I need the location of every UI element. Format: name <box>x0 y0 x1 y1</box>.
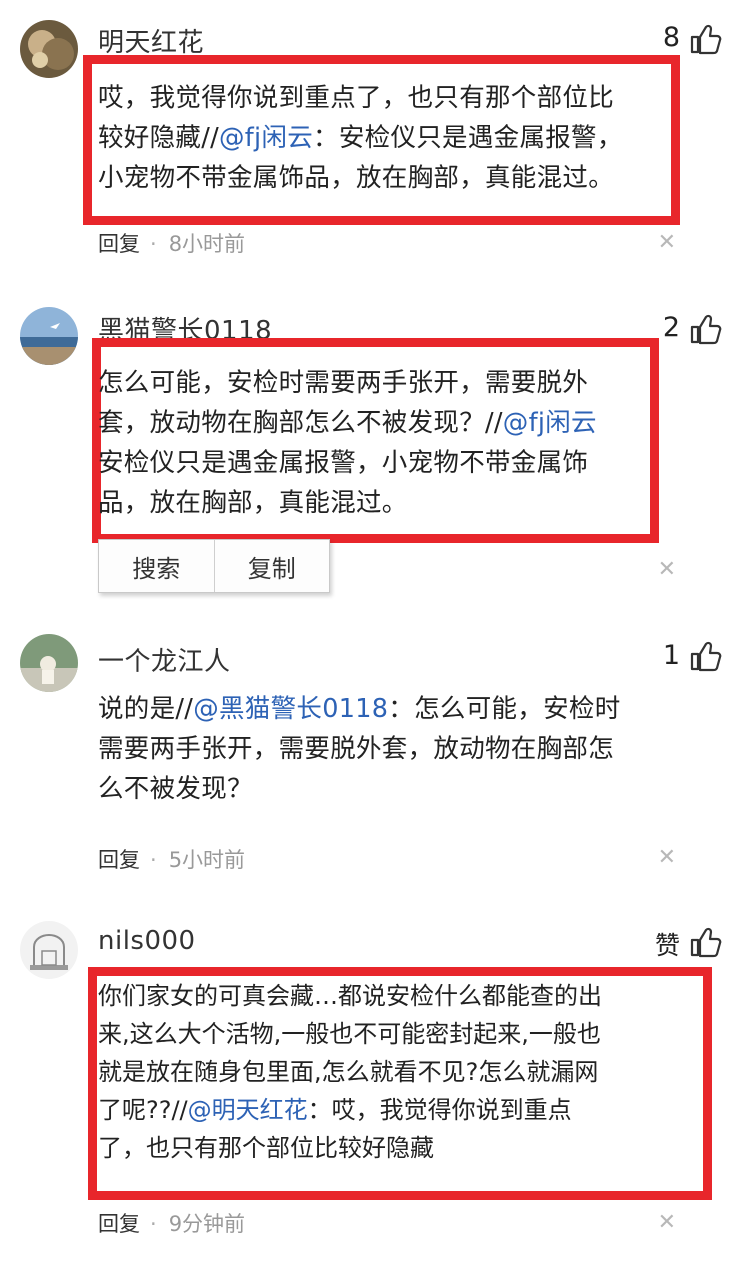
avatar[interactable] <box>20 20 78 78</box>
comment-line: 品，放在胸部，真能混过。 <box>98 488 408 518</box>
like-count: 8 <box>662 22 680 53</box>
comment-line: 小宠物不带金属饰品，放在胸部，真能混过。 <box>98 163 615 193</box>
avatar[interactable] <box>20 634 78 692</box>
comment-text: 你们家女的可真会藏…都说安检什么都能查的出 来,这么大个活物,一般也不可能密封起… <box>98 977 602 1167</box>
comment-text: 怎么可能，安检时需要两手张开，需要脱外 套，放动物在胸部怎么不被发现？//@fj… <box>98 363 597 523</box>
timestamp: 8小时前 <box>168 232 246 256</box>
mention-link[interactable]: @明天红花 <box>188 1096 308 1124</box>
avatar-image <box>20 921 78 979</box>
comment-text: 说的是//@黑猫警长0118：怎么可能，安检时 需要两手张开，需要脱外套，放动物… <box>98 689 621 809</box>
timestamp: 5小时前 <box>168 848 246 872</box>
mention-link[interactable]: @黑猫警长0118 <box>193 694 388 724</box>
like-count: 1 <box>662 640 680 671</box>
comment-line: 怎么可能，安检时需要两手张开，需要脱外 <box>98 368 589 398</box>
comment-line: 说的是//@黑猫警长0118：怎么可能，安检时 <box>98 694 621 724</box>
comment-line: 了呢??//@明天红花：哎，我觉得你说到重点 <box>98 1096 572 1124</box>
thumbs-up-icon[interactable] <box>688 925 722 959</box>
avatar[interactable] <box>20 921 78 979</box>
reply-button[interactable]: 回复 <box>98 232 140 256</box>
close-icon[interactable]: ✕ <box>658 845 676 870</box>
comment-line: 需要两手张开，需要脱外套，放动物在胸部怎 <box>98 734 615 764</box>
copy-menu-item[interactable]: 复制 <box>213 540 330 592</box>
comment-line: 较好隐藏//@fj闲云：安检仪只是遇金属报警， <box>98 123 623 153</box>
reply-button[interactable]: 回复 <box>98 1212 140 1236</box>
comment-line: 么不被发现？ <box>98 774 253 804</box>
username[interactable]: 一个龙江人 <box>98 641 231 678</box>
comment-line: 套，放动物在胸部怎么不被发现？//@fj闲云 <box>98 408 597 438</box>
separator-dot: · <box>150 848 157 872</box>
avatar-image <box>20 20 78 78</box>
avatar-image <box>20 634 78 692</box>
like-button-label[interactable]: 赞 <box>655 926 680 962</box>
thumbs-up-icon[interactable] <box>688 639 722 673</box>
mention-link[interactable]: @fj闲云 <box>219 123 313 153</box>
username[interactable]: 明天红花 <box>98 22 204 59</box>
thumbs-up-icon[interactable] <box>688 22 722 56</box>
comment-meta: 回复 · 8小时前 <box>98 228 245 258</box>
reply-button[interactable]: 回复 <box>98 848 140 872</box>
context-menu: 搜索 复制 <box>98 539 330 593</box>
comment-text: 哎，我觉得你说到重点了，也只有那个部位比 较好隐藏//@fj闲云：安检仪只是遇金… <box>98 78 623 198</box>
search-menu-item[interactable]: 搜索 <box>99 540 214 592</box>
close-icon[interactable]: ✕ <box>658 557 676 582</box>
timestamp: 9分钟前 <box>168 1212 246 1236</box>
avatar[interactable] <box>20 307 78 365</box>
avatar-image <box>20 307 78 365</box>
comment-line: 哎，我觉得你说到重点了，也只有那个部位比 <box>98 83 615 113</box>
comment-line: 来,这么大个活物,一般也不可能密封起来,一般也 <box>98 1020 601 1048</box>
close-icon[interactable]: ✕ <box>658 230 676 255</box>
separator-dot: · <box>150 1212 157 1236</box>
thumbs-up-icon[interactable] <box>688 312 722 346</box>
close-icon[interactable]: ✕ <box>658 1210 676 1235</box>
username[interactable]: nils000 <box>98 926 196 956</box>
comment-line: 就是放在随身包里面,怎么就看不见?怎么就漏网 <box>98 1058 599 1086</box>
comment-meta: 回复 · 5小时前 <box>98 844 245 874</box>
comment-line: 了，也只有那个部位比较好隐藏 <box>98 1134 434 1162</box>
comment-line: 你们家女的可真会藏…都说安检什么都能查的出 <box>98 982 602 1010</box>
mention-link[interactable]: @fj闲云 <box>503 408 597 438</box>
separator-dot: · <box>150 232 157 256</box>
like-count: 2 <box>662 312 680 343</box>
comment-line: 安检仪只是遇金属报警，小宠物不带金属饰 <box>98 448 589 478</box>
comment-meta: 回复 · 9分钟前 <box>98 1208 245 1238</box>
